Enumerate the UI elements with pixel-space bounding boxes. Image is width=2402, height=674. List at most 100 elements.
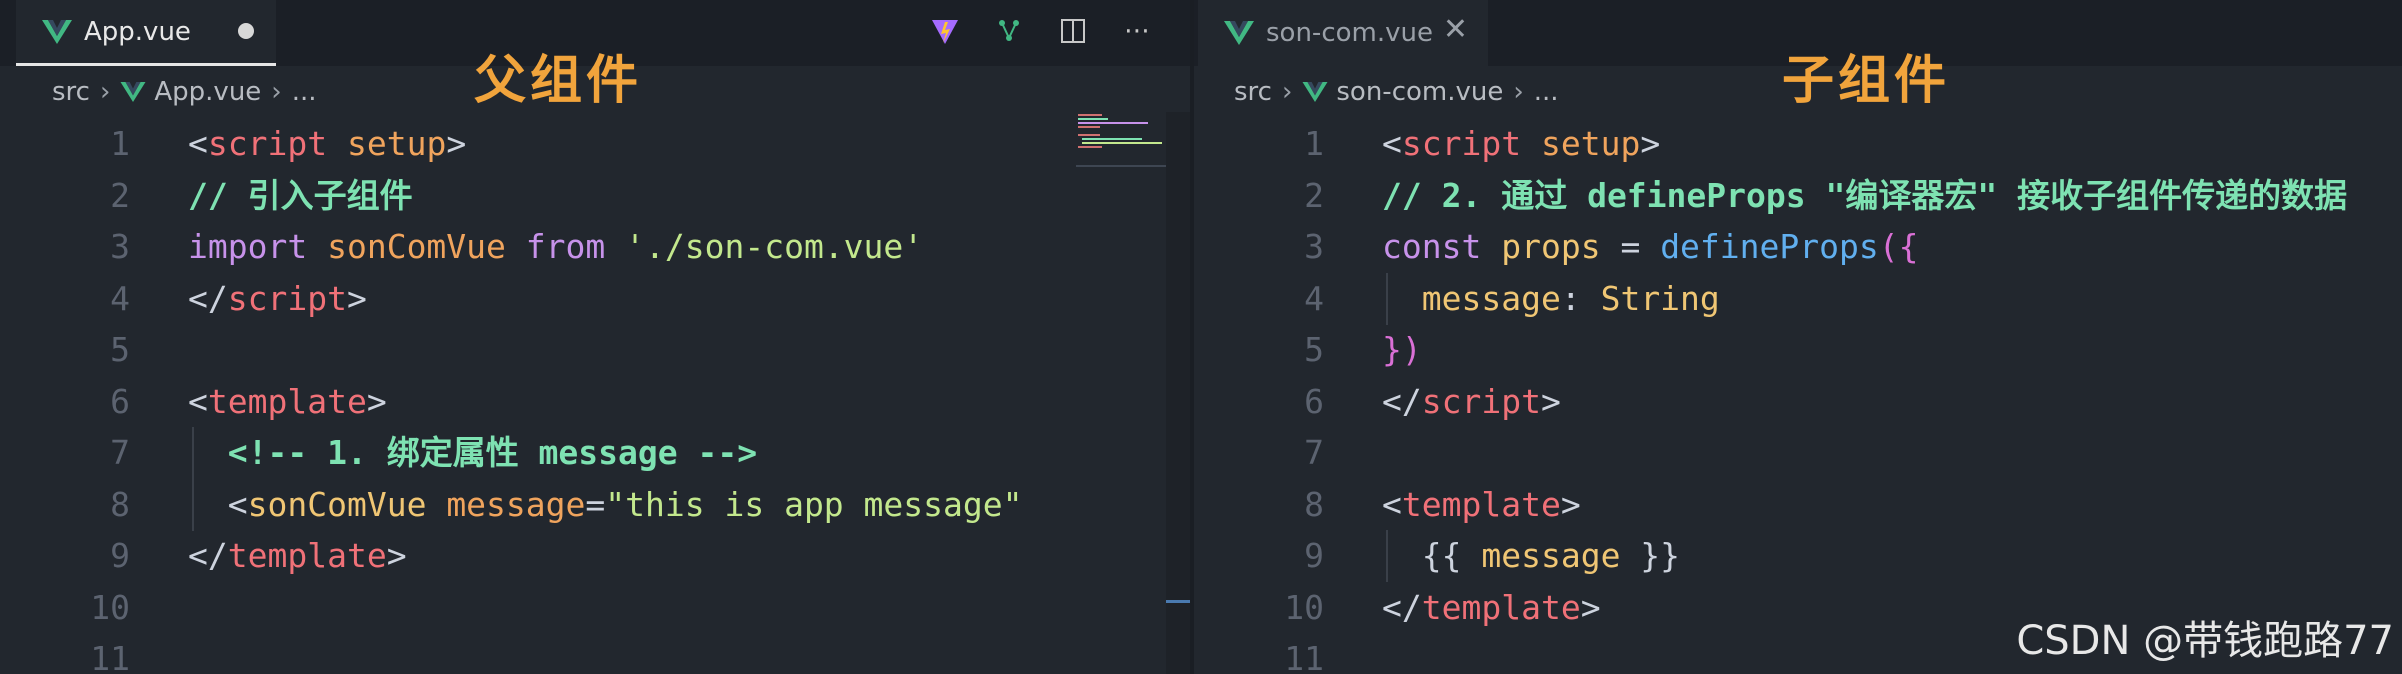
vertical-scrollbar[interactable] [1166,112,1190,674]
line-number: 10 [90,587,130,627]
breadcrumb-src[interactable]: src [52,77,90,107]
breadcrumb-symbol[interactable]: ... [1534,77,1559,107]
unsaved-dot-icon[interactable] [238,23,254,39]
line-number: 7 [1304,433,1324,472]
code-token: const [1382,227,1482,266]
code-line[interactable]: 8 <sonComVue message="this is app messag… [0,478,1190,531]
line-text: <sonComVue message="this is app message" [188,479,1023,531]
vue-logo-icon [42,19,72,44]
watermark: CSDN @带钱跑路77 [2016,618,2394,664]
code-line[interactable]: 5}) [1194,324,2402,376]
line-number: 3 [1304,227,1324,266]
code-line[interactable]: 2 // 引入子组件 [0,170,1190,222]
code-token: {{ [1421,536,1482,575]
vue-devtools-icon[interactable] [990,12,1028,50]
line-text: <template> [188,376,387,428]
code-token: props [1501,227,1601,266]
code-token: </ [1382,587,1422,627]
code-token: < [1382,484,1402,524]
code-token: // 引入子组件 [188,175,413,215]
code-line[interactable]: 9 </template> [0,530,1190,582]
code-token: setup [346,124,447,163]
code-token: </ [188,536,228,575]
tab-app-vue[interactable]: App.vue [16,0,276,66]
line-text: {{ message }} [1382,530,1680,582]
code-token: }) [1382,330,1422,369]
code-token: </ [188,278,228,318]
split-editor-icon[interactable] [1054,12,1092,50]
line-number: 9 [110,536,130,575]
line-number: 5 [110,330,130,369]
code-token: > [366,381,387,421]
code-token: setup [1540,124,1641,163]
code-token: }} [1620,536,1681,575]
code-line[interactable]: 7 <!-- 1. 绑定属性 message --> [0,427,1190,479]
code-token: // 2. 通过 defineProps "编译器宏" 接收子组件传递的数据 [1382,175,2348,215]
chevron-right-icon: › [1513,77,1524,107]
line-text: }) [1382,324,1422,376]
line-number: 2 [1304,175,1324,215]
chevron-right-icon: › [99,77,111,107]
code-line[interactable]: 10 [0,582,1190,634]
code-line[interactable]: 11 [0,633,1190,674]
code-token: > [1560,484,1581,524]
line-text: const props = defineProps({ [1382,221,1918,273]
code-token: template [1401,484,1561,524]
code-line[interactable]: 9 {{ message }} [1194,530,2402,582]
code-token: template [207,381,367,421]
line-number: 1 [110,124,130,163]
code-line[interactable]: 6 </script> [1194,376,2402,428]
code-token: from [525,227,606,266]
breadcrumb-file[interactable]: App.vue [154,77,261,107]
chevron-right-icon: › [271,77,282,107]
code-token: script [227,278,347,318]
code-token: > [346,278,367,318]
more-actions-icon[interactable]: ⋯ [1118,12,1156,50]
code-line[interactable]: 8 <template> [1194,479,2402,531]
vite-icon[interactable] [926,12,964,50]
code-line[interactable]: 7 [1194,427,2402,479]
code-token: > [1640,124,1661,163]
line-text: <!-- 1. 绑定属性 message --> [188,427,757,479]
left-editor-pane: App.vue ⋯ 父组件 src › App.vue › ... 1 <scr… [0,0,1190,674]
line-number: 4 [110,278,130,318]
code-line[interactable]: 6 <template> [0,376,1190,428]
code-line[interactable]: 3 const props = defineProps({ [1194,221,2402,273]
code-token: script [207,124,328,163]
line-text: </script> [188,273,367,325]
child-component-annotation: 子组件 [1782,51,1951,111]
code-token: < [188,124,208,163]
code-line[interactable]: 4 </script> [0,273,1190,325]
code-token: : [1560,278,1601,318]
line-text: <script setup> [1382,118,1660,170]
code-token: import [188,227,308,266]
scrollbar-cursor-marker [1166,600,1190,603]
minimap[interactable] [1076,112,1166,172]
code-token: ({ [1878,227,1919,266]
line-number: 8 [1304,484,1324,524]
editor-actions: ⋯ [926,12,1156,50]
code-line[interactable]: 5 [0,324,1190,376]
code-line[interactable]: 3 import sonComVue from './son-com.vue' [0,221,1190,273]
code-line[interactable]: 1 <script setup> [0,118,1190,170]
tab-son-com-vue[interactable]: son-com.vue ✕ [1198,0,1488,66]
code-token: template [1421,587,1581,627]
code-line[interactable]: 1 <script setup> [1194,118,2402,170]
code-token: </ [1382,381,1422,421]
code-line[interactable]: 2 // 2. 通过 defineProps "编译器宏" 接收子组件传递的数据 [1194,170,2402,222]
line-text: <script setup> [188,118,466,170]
code-token: = [1620,227,1641,266]
code-line[interactable]: 4 message: String [1194,272,2402,325]
line-text: </template> [1382,582,1601,634]
breadcrumb-symbol[interactable]: ... [292,77,317,107]
breadcrumb-file[interactable]: son-com.vue [1336,77,1503,107]
code-token: template [227,536,387,575]
close-icon[interactable]: ✕ [1443,12,1468,47]
breadcrumb-src[interactable]: src [1234,77,1272,107]
